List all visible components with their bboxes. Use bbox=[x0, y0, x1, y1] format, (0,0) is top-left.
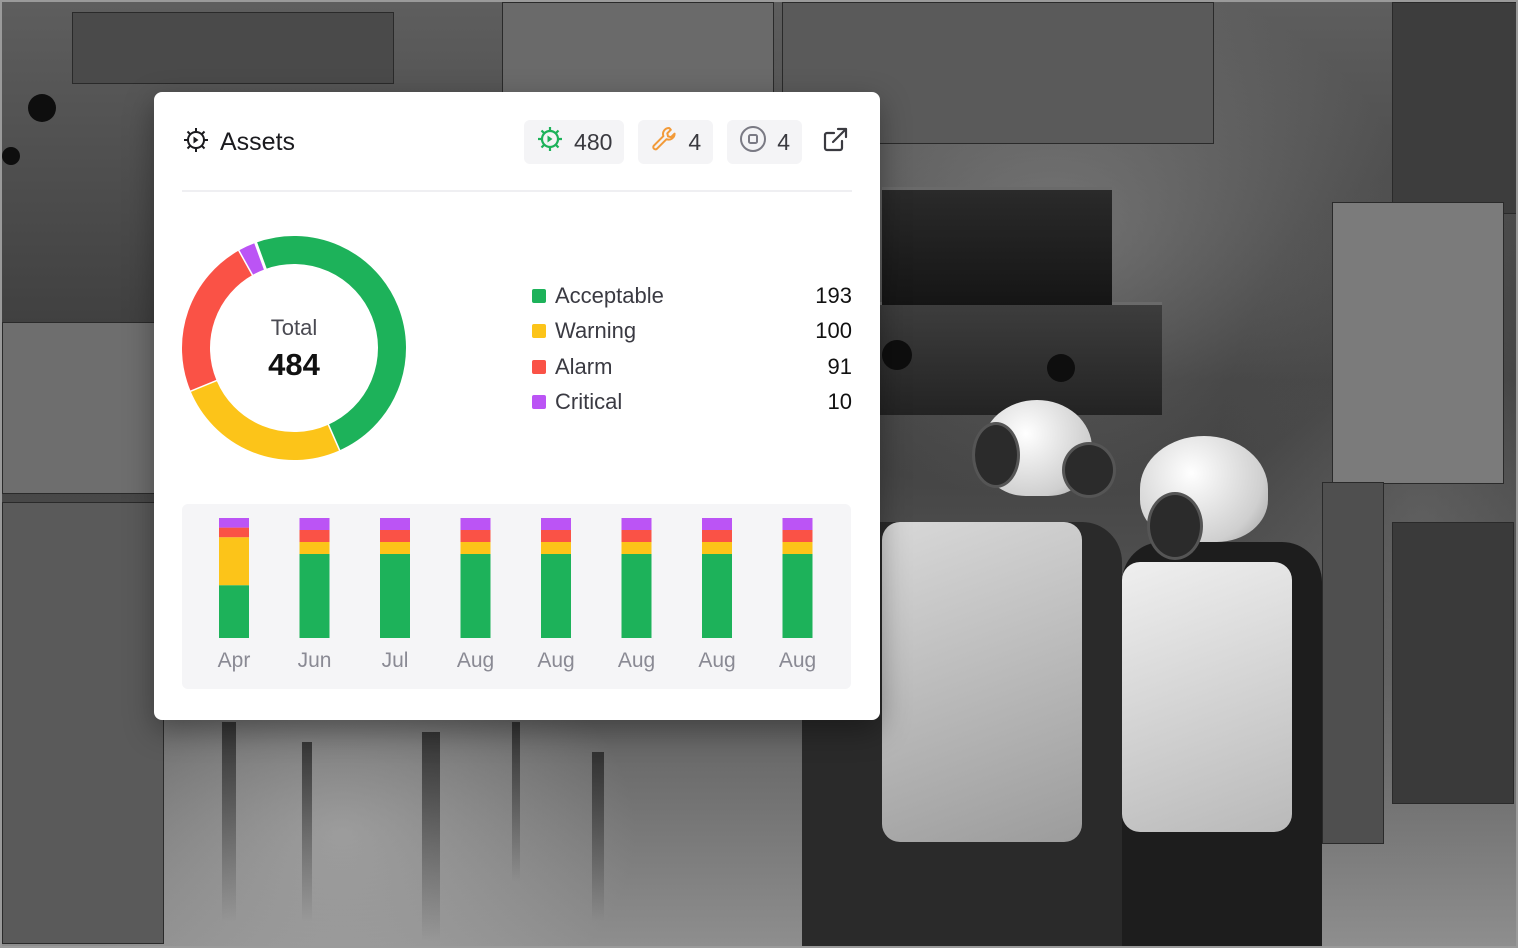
bar-segment-critical[interactable] bbox=[460, 518, 491, 530]
bar-x-label: Jun bbox=[298, 649, 332, 672]
bar-segment-warning[interactable] bbox=[299, 542, 330, 554]
status-chips: 480 4 4 bbox=[524, 120, 852, 164]
legend-value: 100 bbox=[815, 318, 852, 344]
stop-circle-icon bbox=[739, 125, 767, 159]
donut-total-label: Total bbox=[270, 315, 318, 340]
running-count-chip[interactable]: 480 bbox=[524, 120, 625, 164]
bar-segment-critical[interactable] bbox=[219, 518, 249, 528]
bar-x-label: Aug bbox=[457, 649, 494, 672]
bar-segment-warning[interactable] bbox=[702, 542, 732, 554]
bar-segment-alarm[interactable] bbox=[299, 530, 330, 542]
legend-swatch bbox=[532, 324, 546, 339]
stopped-count: 4 bbox=[777, 128, 790, 155]
bar-segment-warning[interactable] bbox=[782, 542, 813, 554]
stopped-count-chip[interactable]: 4 bbox=[727, 120, 802, 164]
bar-segment-acceptable[interactable] bbox=[299, 554, 330, 638]
donut-total-value: 484 bbox=[268, 347, 320, 382]
legend-item-warning[interactable]: Warning 100 bbox=[532, 314, 852, 350]
bar-segment-critical[interactable] bbox=[621, 518, 652, 530]
maintenance-count-chip[interactable]: 4 bbox=[638, 120, 714, 164]
bar-segment-alarm[interactable] bbox=[621, 530, 652, 542]
bar-x-label: Aug bbox=[618, 649, 655, 672]
bar-segment-critical[interactable] bbox=[541, 518, 571, 530]
legend-swatch bbox=[532, 395, 546, 410]
bar-segment-warning[interactable] bbox=[219, 537, 249, 586]
legend-value: 91 bbox=[827, 353, 852, 379]
legend-label: Acceptable bbox=[555, 282, 664, 308]
bar-x-label: Aug bbox=[537, 649, 574, 672]
legend-item-acceptable[interactable]: Acceptable 193 bbox=[532, 278, 852, 314]
bar-segment-warning[interactable] bbox=[541, 542, 571, 554]
bar-segment-acceptable[interactable] bbox=[621, 554, 652, 638]
bar-segment-alarm[interactable] bbox=[219, 527, 249, 538]
history-bar-chart: Apr Jun Jul Aug Aug Aug Aug Aug bbox=[182, 504, 851, 689]
bar-segment-critical[interactable] bbox=[299, 518, 330, 530]
card-header: Assets 480 4 4 bbox=[182, 116, 852, 192]
maintenance-count: 4 bbox=[688, 128, 702, 155]
legend-item-alarm[interactable]: Alarm 91 bbox=[532, 349, 852, 385]
bar-segment-acceptable[interactable] bbox=[380, 554, 410, 638]
bar-segment-acceptable[interactable] bbox=[782, 554, 813, 638]
external-link-button[interactable] bbox=[818, 125, 852, 159]
legend-label: Alarm bbox=[555, 353, 613, 379]
bar-segment-acceptable[interactable] bbox=[460, 554, 491, 638]
bar-segment-warning[interactable] bbox=[621, 542, 652, 554]
card-title: Assets bbox=[220, 127, 296, 156]
bar-segment-critical[interactable] bbox=[380, 518, 410, 530]
bar-segment-warning[interactable] bbox=[460, 542, 491, 554]
donut-center: Total 484 bbox=[180, 234, 408, 462]
bar-x-label: Apr bbox=[218, 649, 251, 672]
gear-check-icon bbox=[536, 125, 564, 159]
bar-segment-acceptable[interactable] bbox=[219, 585, 249, 638]
wrench-icon bbox=[650, 125, 678, 159]
bar-segment-critical[interactable] bbox=[782, 518, 813, 530]
legend: Acceptable 193 Warning 100 Alarm 91 Crit… bbox=[532, 278, 852, 420]
legend-label: Warning bbox=[555, 318, 637, 344]
legend-swatch bbox=[532, 288, 546, 303]
bar-segment-alarm[interactable] bbox=[380, 530, 410, 542]
bar-x-label: Aug bbox=[698, 649, 735, 672]
donut-chart: Total 484 bbox=[180, 234, 408, 462]
assets-card: Assets 480 4 4 Total 484 Acceptable 193 … bbox=[154, 92, 880, 720]
bar-segment-acceptable[interactable] bbox=[541, 554, 571, 638]
legend-item-critical[interactable]: Critical 10 bbox=[532, 385, 852, 421]
gear-icon bbox=[182, 126, 210, 159]
legend-label: Critical bbox=[555, 389, 623, 415]
legend-value: 10 bbox=[827, 389, 852, 415]
running-count: 480 bbox=[574, 128, 613, 155]
legend-value: 193 bbox=[815, 282, 852, 308]
bar-segment-critical[interactable] bbox=[702, 518, 732, 530]
bar-segment-alarm[interactable] bbox=[702, 530, 732, 542]
bar-x-label: Jul bbox=[382, 649, 409, 672]
bar-x-label: Aug bbox=[779, 649, 816, 672]
title-group: Assets bbox=[182, 126, 524, 159]
legend-swatch bbox=[532, 359, 546, 374]
bar-segment-warning[interactable] bbox=[380, 542, 410, 554]
bar-segment-alarm[interactable] bbox=[782, 530, 813, 542]
bar-chart-svg: Apr Jun Jul Aug Aug Aug Aug Aug bbox=[218, 518, 816, 672]
bar-segment-acceptable[interactable] bbox=[702, 554, 732, 638]
bar-segment-alarm[interactable] bbox=[460, 530, 491, 542]
external-link-icon bbox=[821, 126, 849, 159]
bar-segment-alarm[interactable] bbox=[541, 530, 571, 542]
